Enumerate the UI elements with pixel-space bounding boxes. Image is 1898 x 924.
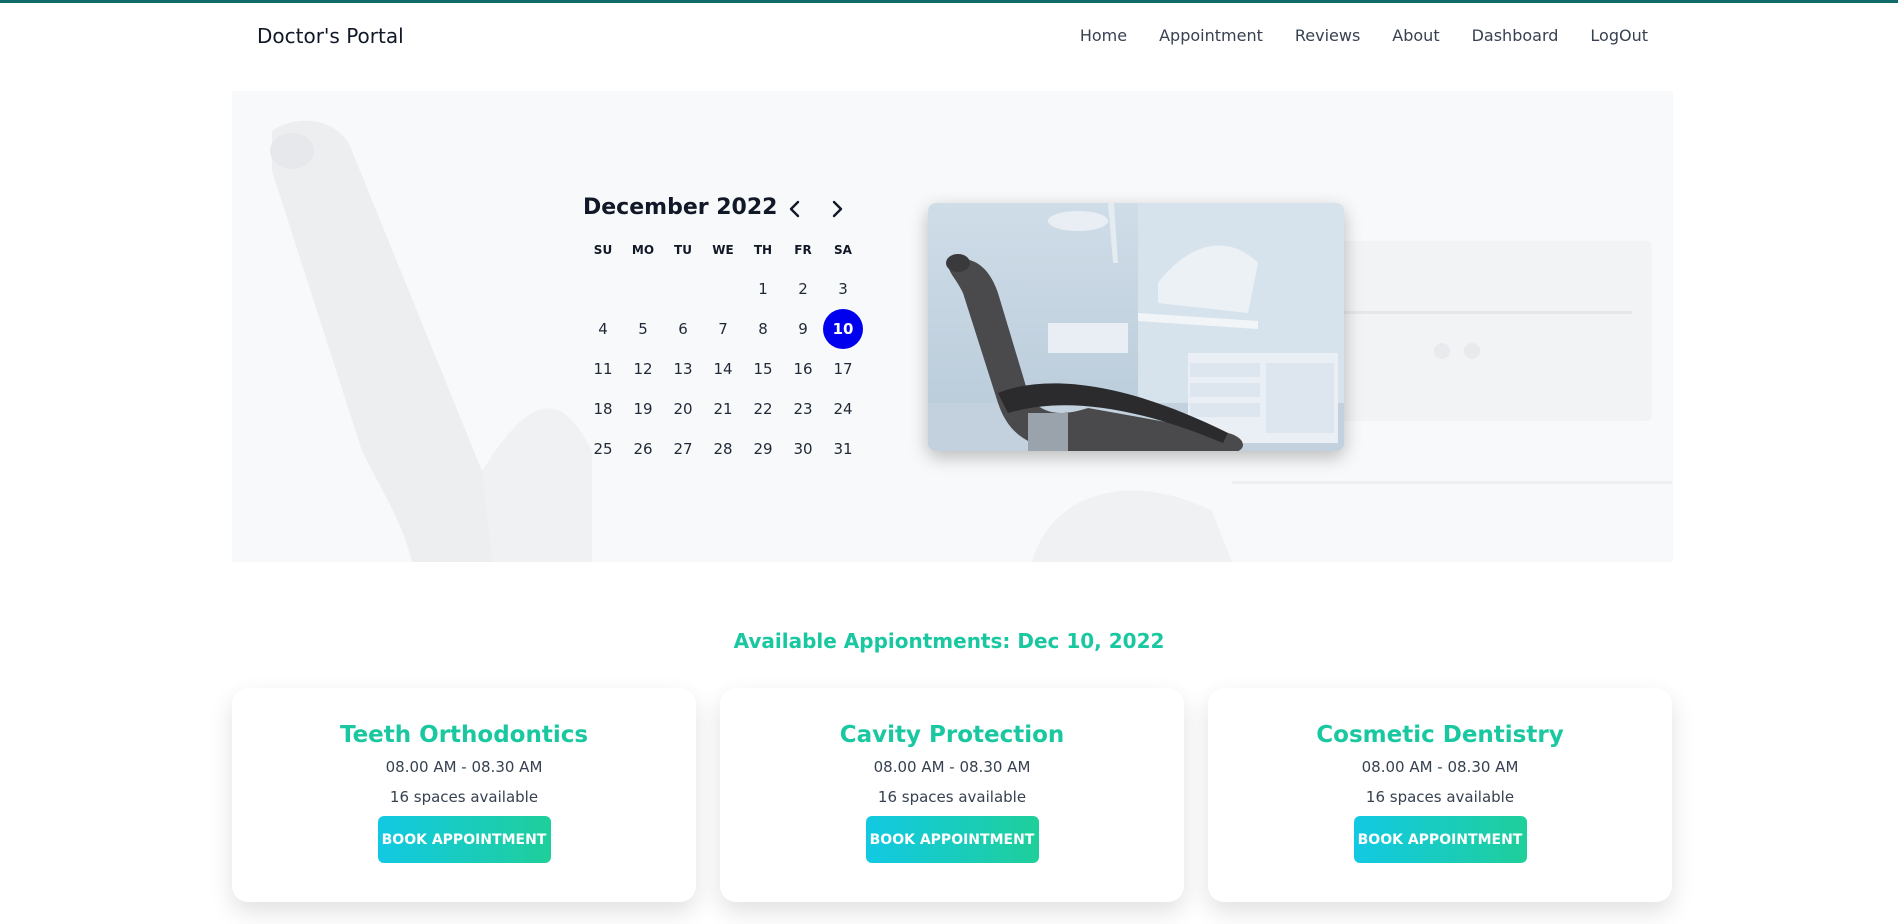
calendar-day[interactable]: 11 (583, 349, 623, 389)
service-name: Cosmetic Dentistry (1316, 722, 1564, 748)
calendar-weekday: WE (712, 243, 734, 257)
calendar-day[interactable]: 29 (743, 429, 783, 469)
service-spaces: 16 spaces available (1365, 788, 1515, 806)
calendar-day[interactable]: 8 (743, 309, 783, 349)
calendar-month-label: December 2022 (583, 195, 778, 220)
calendar-day[interactable]: 25 (583, 429, 623, 469)
calendar-day[interactable]: 17 (823, 349, 863, 389)
calendar-prev-button[interactable] (781, 195, 809, 223)
calendar-empty-cell (623, 269, 663, 309)
nav-home[interactable]: Home (1080, 26, 1127, 45)
service-card: Teeth Orthodontics 08.00 AM - 08.30 AM 1… (232, 688, 696, 902)
calendar-day[interactable]: 26 (623, 429, 663, 469)
brand-logo[interactable]: Doctor's Portal (257, 24, 404, 48)
calendar-day[interactable]: 2 (783, 269, 823, 309)
service-name: Cavity Protection (839, 722, 1065, 748)
calendar-day[interactable]: 31 (823, 429, 863, 469)
calendar-header: December 2022 (583, 191, 883, 227)
calendar-weekday: SA (834, 243, 852, 257)
available-appointments-title: Available Appiontments: Dec 10, 2022 (733, 629, 1165, 653)
service-card: Cosmetic Dentistry 08.00 AM - 08.30 AM 1… (1208, 688, 1672, 902)
calendar-empty-cell (663, 269, 703, 309)
calendar-day[interactable]: 30 (783, 429, 823, 469)
calendar-day[interactable]: 1 (743, 269, 783, 309)
nav-dashboard[interactable]: Dashboard (1472, 26, 1559, 45)
chevron-left-icon (789, 200, 800, 218)
calendar-day[interactable]: 28 (703, 429, 743, 469)
calendar-day[interactable]: 16 (783, 349, 823, 389)
chevron-right-icon (832, 200, 843, 218)
calendar-day[interactable]: 22 (743, 389, 783, 429)
calendar-day[interactable]: 5 (623, 309, 663, 349)
service-time: 08.00 AM - 08.30 AM (1361, 758, 1519, 776)
hero-section: December 2022 SU MO TU WE TH FR SA 1 2 3 4 5 6 7 8 9 10 1… (232, 91, 1673, 562)
calendar-weekday: FR (794, 243, 812, 257)
service-name: Teeth Orthodontics (339, 722, 589, 748)
calendar-day[interactable]: 19 (623, 389, 663, 429)
book-appointment-button[interactable]: BOOK APPOINTMENT (1353, 816, 1527, 863)
book-appointment-button[interactable]: BOOK APPOINTMENT (377, 816, 551, 863)
calendar-day[interactable]: 3 (823, 269, 863, 309)
navbar: Doctor's Portal Home Appointment Reviews… (0, 3, 1898, 69)
service-spaces: 16 spaces available (389, 788, 539, 806)
calendar-day[interactable]: 24 (823, 389, 863, 429)
nav-reviews[interactable]: Reviews (1295, 26, 1360, 45)
service-card: Cavity Protection 08.00 AM - 08.30 AM 16… (720, 688, 1184, 902)
nav-logout[interactable]: LogOut (1590, 26, 1648, 45)
calendar-day[interactable]: 23 (783, 389, 823, 429)
nav-appointment[interactable]: Appointment (1159, 26, 1263, 45)
main-nav: Home Appointment Reviews About Dashboard… (1080, 26, 1648, 45)
calendar-day[interactable]: 18 (583, 389, 623, 429)
calendar: December 2022 SU MO TU WE TH FR SA 1 2 3 4 5 6 7 8 9 10 1… (583, 191, 883, 469)
calendar-day[interactable]: 20 (663, 389, 703, 429)
calendar-next-button[interactable] (823, 195, 851, 223)
service-spaces: 16 spaces available (877, 788, 1027, 806)
service-time: 08.00 AM - 08.30 AM (385, 758, 543, 776)
calendar-weekday: MO (631, 243, 655, 257)
calendar-day[interactable]: 14 (703, 349, 743, 389)
calendar-empty-cell (583, 269, 623, 309)
calendar-day[interactable]: 27 (663, 429, 703, 469)
calendar-weekday: SU (593, 243, 613, 257)
calendar-empty-cell (703, 269, 743, 309)
calendar-weekday: TH (753, 243, 773, 257)
calendar-day-selected[interactable]: 10 (823, 309, 863, 349)
service-cards: Teeth Orthodontics 08.00 AM - 08.30 AM 1… (232, 688, 1673, 902)
calendar-day[interactable]: 15 (743, 349, 783, 389)
book-appointment-button[interactable]: BOOK APPOINTMENT (865, 816, 1039, 863)
calendar-day[interactable]: 13 (663, 349, 703, 389)
calendar-day[interactable]: 6 (663, 309, 703, 349)
calendar-weekday: TU (674, 243, 692, 257)
nav-about[interactable]: About (1392, 26, 1439, 45)
calendar-grid: SU MO TU WE TH FR SA 1 2 3 4 5 6 7 8 9 10 11 12 13 14 15 16 17 1… (583, 231, 883, 469)
calendar-day[interactable]: 7 (703, 309, 743, 349)
dental-chair-image (928, 203, 1344, 451)
service-time: 08.00 AM - 08.30 AM (873, 758, 1031, 776)
calendar-day[interactable]: 9 (783, 309, 823, 349)
calendar-day[interactable]: 21 (703, 389, 743, 429)
calendar-day[interactable]: 12 (623, 349, 663, 389)
calendar-day[interactable]: 4 (583, 309, 623, 349)
